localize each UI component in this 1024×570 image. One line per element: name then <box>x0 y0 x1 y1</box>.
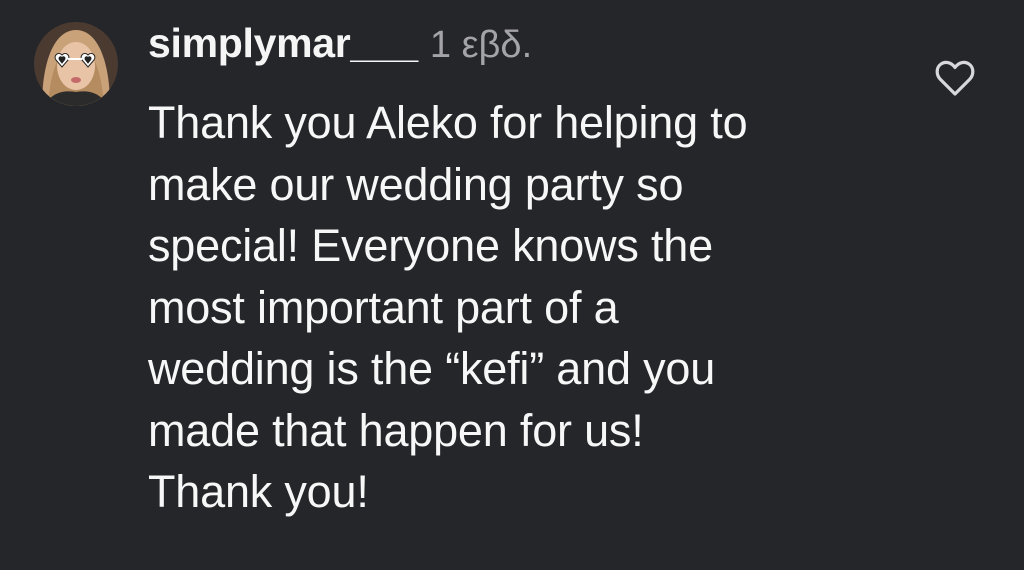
comment-line: special! Everyone knows the <box>148 220 713 271</box>
username[interactable]: simplymar___ <box>148 20 418 67</box>
avatar-image <box>34 22 118 106</box>
comment-line: wedding is the “kefi” and you <box>148 343 716 394</box>
comment-line: Thank you Aleko for helping to <box>148 97 748 148</box>
like-button[interactable] <box>932 55 978 101</box>
comment-header: simplymar___ 1 εβδ. <box>148 20 532 76</box>
timestamp: 1 εβδ. <box>429 24 533 66</box>
comment-text: Thank you Aleko for helping to make our … <box>148 92 908 523</box>
comment: simplymar___ 1 εβδ. Thank you Aleko for … <box>0 0 1024 570</box>
avatar[interactable] <box>34 22 118 106</box>
comment-line: make our wedding party so <box>148 158 684 210</box>
heart-outline-icon <box>935 60 975 96</box>
comment-line: Thank you! <box>148 466 369 517</box>
comment-line: made that happen for us! <box>148 404 644 456</box>
comment-line: most important part of a <box>148 281 619 333</box>
